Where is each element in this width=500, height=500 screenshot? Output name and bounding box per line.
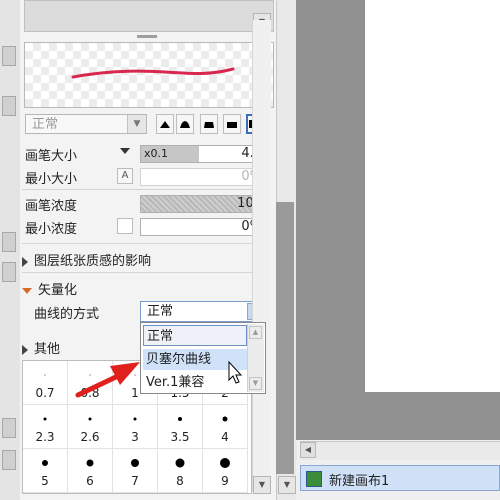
scroll-left-icon[interactable]: ◀ bbox=[300, 442, 316, 458]
vector-section[interactable]: 矢量化 bbox=[22, 279, 77, 298]
scroll-down-button[interactable]: ▼ bbox=[278, 476, 296, 494]
brush-size-value: 4 bbox=[221, 430, 229, 444]
other-section-label: 其他 bbox=[34, 342, 61, 357]
stroke-preview bbox=[24, 42, 274, 108]
brush-size-cell[interactable]: 3.5 bbox=[158, 405, 203, 449]
scroll-down-button[interactable]: ▼ bbox=[253, 476, 271, 494]
strip-button[interactable] bbox=[2, 262, 16, 282]
brush-size-value: 0.7 bbox=[35, 386, 55, 400]
brush-size-cell[interactable]: 2.6 bbox=[68, 405, 113, 449]
brush-size-value: 5 bbox=[41, 474, 49, 488]
expand-arrow-icon bbox=[22, 344, 28, 355]
brush-size-cell[interactable]: 9 bbox=[203, 449, 248, 493]
strip-button[interactable] bbox=[2, 46, 16, 66]
blend-mode-select[interactable]: 正常 ▼ bbox=[25, 114, 147, 134]
stroke-preview-svg bbox=[71, 67, 235, 79]
brush-shape-round-button[interactable] bbox=[156, 114, 174, 134]
canvas[interactable] bbox=[365, 0, 500, 392]
strip-button[interactable] bbox=[2, 96, 16, 116]
brush-size-dot bbox=[133, 417, 137, 421]
brush-size-dot bbox=[86, 459, 94, 467]
brush-size-dot bbox=[134, 374, 136, 376]
brush-size-value: 3 bbox=[131, 430, 139, 444]
brush-size-label: 画笔大小 bbox=[25, 149, 78, 164]
dropdown-option-ver1[interactable]: Ver.1兼容 bbox=[143, 372, 247, 393]
brush-size-dot bbox=[89, 374, 91, 376]
scroll-up-icon[interactable]: ▲ bbox=[249, 326, 262, 339]
dropdown-option-bezier[interactable]: 贝塞尔曲线 bbox=[143, 349, 247, 370]
strip-button[interactable] bbox=[2, 418, 16, 438]
paper-texture-section-label: 图层纸张质感的影响 bbox=[34, 254, 152, 269]
brush-size-dot bbox=[42, 460, 48, 466]
brush-size-value: 8 bbox=[176, 474, 184, 488]
brush-size-value: 6 bbox=[86, 474, 94, 488]
brush-list-area: ▼ bbox=[24, 0, 274, 32]
brush-size-dot bbox=[43, 417, 47, 421]
min-density-label: 最小浓度 bbox=[25, 222, 78, 237]
expand-arrow-icon bbox=[22, 256, 28, 267]
brush-size-cell[interactable]: 6 bbox=[68, 449, 113, 493]
strip-button[interactable] bbox=[2, 232, 16, 252]
brush-shape-flat-button[interactable] bbox=[200, 114, 218, 134]
curve-mode-select[interactable]: 正常 ▼ bbox=[140, 301, 266, 322]
panel-scrollbar-thumb[interactable] bbox=[276, 202, 294, 474]
density-label: 画笔浓度 bbox=[25, 199, 78, 214]
scroll-down-icon[interactable]: ▼ bbox=[249, 377, 262, 390]
dropdown-scrollbar[interactable]: ▲ ▼ bbox=[247, 324, 264, 392]
brush-size-scale: x0.1 bbox=[144, 147, 169, 160]
canvas-tab[interactable]: 新建画布1 bbox=[300, 465, 500, 491]
canvas-horizontal-scrollbar[interactable] bbox=[300, 441, 500, 460]
blend-mode-value: 正常 bbox=[32, 117, 59, 132]
brush-size-cell[interactable]: 7 bbox=[113, 449, 158, 493]
panel-inner-scrollbar[interactable] bbox=[252, 20, 271, 492]
brush-size-dot bbox=[222, 416, 228, 422]
brush-size-dot bbox=[220, 458, 230, 468]
brush-shape-square-button[interactable] bbox=[223, 114, 241, 134]
left-tool-strip bbox=[0, 0, 21, 500]
vector-section-label: 矢量化 bbox=[38, 283, 78, 298]
brush-size-value: 9 bbox=[221, 474, 229, 488]
brush-size-value: 2.3 bbox=[35, 430, 55, 444]
curve-mode-value: 正常 bbox=[147, 304, 174, 319]
resize-grip[interactable] bbox=[137, 35, 157, 38]
min-density-slider[interactable]: 0% bbox=[140, 218, 268, 236]
dropdown-option-normal[interactable]: 正常 bbox=[143, 325, 247, 346]
brush-size-dot bbox=[131, 459, 139, 467]
brush-size-cell[interactable]: 2.3 bbox=[23, 405, 68, 449]
pressure-toggle-box[interactable] bbox=[117, 218, 133, 234]
brush-size-slider[interactable]: x0.1 4.6 bbox=[140, 145, 268, 163]
brush-shape-soft-button[interactable] bbox=[176, 114, 194, 134]
other-section[interactable]: 其他 bbox=[22, 338, 60, 357]
density-slider[interactable]: 100 bbox=[140, 195, 268, 213]
strip-button[interactable] bbox=[2, 450, 16, 470]
brush-size-dot bbox=[44, 374, 46, 376]
brush-size-dot bbox=[88, 417, 92, 421]
pressure-toggle-icon[interactable]: A bbox=[117, 168, 133, 184]
brush-size-cell[interactable]: 8 bbox=[158, 449, 203, 493]
brush-size-value: 7 bbox=[131, 474, 139, 488]
min-size-slider[interactable]: 0% bbox=[140, 168, 268, 186]
brush-size-value: 0.8 bbox=[80, 386, 100, 400]
chevron-down-icon: ▼ bbox=[127, 115, 146, 133]
paper-texture-section[interactable]: 图层纸张质感的影响 bbox=[22, 250, 151, 269]
brush-size-dot bbox=[178, 417, 182, 421]
brush-size-cell[interactable]: 0.7 bbox=[23, 361, 68, 405]
brush-size-value: 2.6 bbox=[80, 430, 100, 444]
brush-size-value: 3.5 bbox=[170, 430, 190, 444]
min-size-label: 最小大小 bbox=[25, 172, 78, 187]
divider bbox=[22, 189, 270, 190]
canvas-tab-label: 新建画布1 bbox=[329, 474, 390, 489]
canvas-file-icon bbox=[306, 471, 322, 487]
curve-mode-label: 曲线的方式 bbox=[34, 307, 100, 322]
curve-mode-dropdown: 正常 贝塞尔曲线 Ver.1兼容 ▲ ▼ bbox=[140, 322, 266, 394]
divider bbox=[22, 272, 270, 273]
brush-size-cell[interactable]: 3 bbox=[113, 405, 158, 449]
brush-size-cell[interactable]: 0.8 bbox=[68, 361, 113, 405]
collapse-arrow-icon bbox=[22, 287, 32, 294]
chevron-down-icon[interactable] bbox=[120, 148, 130, 154]
brush-size-cell[interactable]: 4 bbox=[203, 405, 248, 449]
brush-size-dot bbox=[175, 458, 185, 468]
brush-size-cell[interactable]: 5 bbox=[23, 449, 68, 493]
divider bbox=[22, 243, 270, 244]
